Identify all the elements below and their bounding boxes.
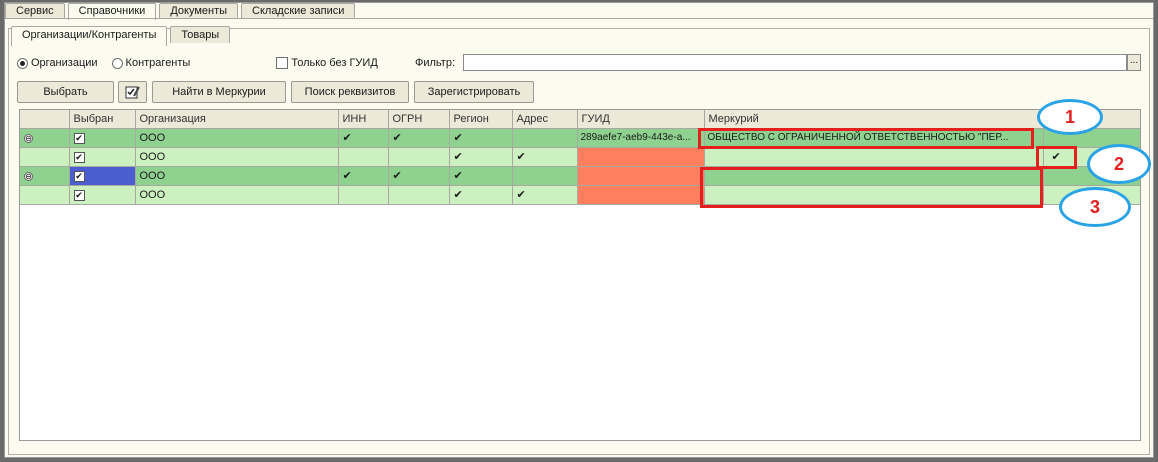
tree-cell — [20, 185, 70, 205]
check-icon: ✔ — [342, 132, 352, 144]
guid-cell[interactable] — [577, 185, 705, 205]
window-frame: Сервис Справочники Документы Складские з… — [4, 2, 1154, 458]
selected-checkbox[interactable]: ✔ — [73, 151, 85, 163]
radio-counterparties-label: Контрагенты — [125, 57, 191, 69]
col-organization[interactable]: Организация — [135, 110, 339, 129]
collapse-icon[interactable]: ⊖ — [24, 133, 33, 143]
organization-cell[interactable]: ООО — [135, 147, 339, 167]
check-icon: ✔ — [453, 151, 463, 163]
selected-checkbox[interactable]: ✔ — [73, 132, 85, 144]
table-header: Выбран Организация ИНН ОГРН Регион Адрес… — [20, 110, 1140, 129]
address-cell — [512, 128, 578, 148]
selected-cell[interactable]: ✔ — [69, 185, 136, 205]
guid-cell[interactable] — [577, 147, 705, 167]
filter-input[interactable] — [463, 54, 1127, 71]
options-row: Организации Контрагенты Только без ГУИД — [17, 55, 378, 71]
filter-label: Фильтр: — [415, 57, 456, 69]
only-without-guid-checkbox[interactable] — [276, 57, 289, 69]
checklist-edit-icon — [125, 86, 140, 99]
check-icon: ✔ — [392, 132, 402, 144]
inner-tab-bar: Организации/Контрагенты Товары — [11, 26, 233, 46]
tab-divider — [5, 18, 1153, 19]
inn-cell: ✔ — [338, 166, 389, 186]
address-cell: ✔ — [512, 147, 578, 167]
guid-cell[interactable] — [577, 166, 705, 186]
col-tree — [20, 110, 70, 129]
ogrn-cell: ✔ — [388, 128, 450, 148]
col-mercury[interactable]: Меркурий — [704, 110, 1044, 129]
check-icon: ✔ — [516, 151, 526, 163]
radio-counterparties[interactable] — [111, 57, 123, 69]
col-selected[interactable]: Выбран — [69, 110, 136, 129]
tab-organizations[interactable]: Организации/Контрагенты — [11, 26, 168, 46]
organization-cell[interactable]: ООО — [135, 128, 339, 148]
region-cell: ✔ — [449, 185, 513, 205]
check-icon: ✔ — [453, 132, 463, 144]
tab-service[interactable]: Сервис — [5, 3, 65, 18]
organization-cell[interactable]: ООО — [135, 166, 339, 186]
tree-cell[interactable]: ⊖ — [20, 128, 70, 148]
filter-select-button[interactable]: ... — [1127, 54, 1141, 71]
col-inn[interactable]: ИНН — [338, 110, 389, 129]
selected-cell[interactable]: ✔ — [69, 166, 136, 186]
radio-dot — [20, 60, 25, 66]
inn-cell: ✔ — [338, 128, 389, 148]
col-guid[interactable]: ГУИД — [577, 110, 705, 129]
selected-checkbox[interactable]: ✔ — [73, 170, 85, 182]
search-requisites-label: Поиск реквизитов — [304, 86, 396, 98]
annotation-box-3 — [700, 167, 1043, 208]
organizations-table: Выбран Организация ИНН ОГРН Регион Адрес… — [19, 109, 1141, 441]
select-button-label: Выбрать — [43, 86, 88, 98]
find-in-mercury-button[interactable]: Найти в Меркурии — [152, 81, 286, 103]
inn-cell — [338, 147, 389, 167]
region-cell: ✔ — [449, 147, 513, 167]
check-icon: ✔ — [392, 170, 402, 182]
table-row[interactable]: ✔ ООО ✔ ✔ ✔ — [20, 147, 1140, 167]
check-icon: ✔ — [342, 170, 352, 182]
col-ogrn[interactable]: ОГРН — [388, 110, 450, 129]
annotation-box-1 — [698, 128, 1034, 149]
mercury-cell[interactable] — [704, 147, 1044, 167]
ogrn-cell: ✔ — [388, 166, 450, 186]
region-cell: ✔ — [449, 166, 513, 186]
register-label: Зарегистрировать — [427, 86, 521, 98]
ogrn-cell — [388, 147, 450, 167]
search-requisites-button[interactable]: Поиск реквизитов — [291, 81, 409, 103]
only-without-guid-label: Только без ГУИД — [291, 57, 378, 69]
find-in-mercury-label: Найти в Меркурии — [172, 86, 266, 98]
collapse-icon[interactable]: ⊖ — [24, 171, 33, 181]
tab-warehouse-records[interactable]: Складские записи — [241, 3, 356, 18]
organization-cell[interactable]: ООО — [135, 185, 339, 205]
edit-selection-button[interactable] — [118, 81, 147, 103]
tree-cell[interactable]: ⊖ — [20, 166, 70, 186]
check-icon: ✔ — [453, 189, 463, 201]
radio-organizations[interactable] — [17, 57, 28, 69]
check-icon: ✔ — [453, 170, 463, 182]
address-cell — [512, 166, 578, 186]
inn-cell — [338, 185, 389, 205]
annotation-box-2 — [1036, 146, 1077, 169]
address-cell: ✔ — [512, 185, 578, 205]
tab-documents[interactable]: Документы — [159, 3, 239, 18]
guid-cell[interactable]: 289aefe7-aeb9-443e-a... — [577, 128, 705, 148]
tab-goods[interactable]: Товары — [170, 26, 231, 43]
select-button[interactable]: Выбрать — [17, 81, 114, 103]
check-icon: ✔ — [516, 189, 526, 201]
col-address[interactable]: Адрес — [512, 110, 578, 129]
selected-checkbox[interactable]: ✔ — [73, 189, 85, 201]
selected-cell[interactable]: ✔ — [69, 128, 136, 148]
callout-3: 3 — [1059, 187, 1131, 227]
tree-cell — [20, 147, 70, 167]
selected-cell[interactable]: ✔ — [69, 147, 136, 167]
radio-organizations-label: Организации — [31, 57, 98, 69]
ogrn-cell — [388, 185, 450, 205]
callout-2: 2 — [1087, 144, 1151, 184]
register-button[interactable]: Зарегистрировать — [414, 81, 534, 103]
top-tab-bar: Сервис Справочники Документы Складские з… — [5, 3, 358, 20]
col-region[interactable]: Регион — [449, 110, 513, 129]
region-cell: ✔ — [449, 128, 513, 148]
callout-1: 1 — [1037, 99, 1103, 135]
